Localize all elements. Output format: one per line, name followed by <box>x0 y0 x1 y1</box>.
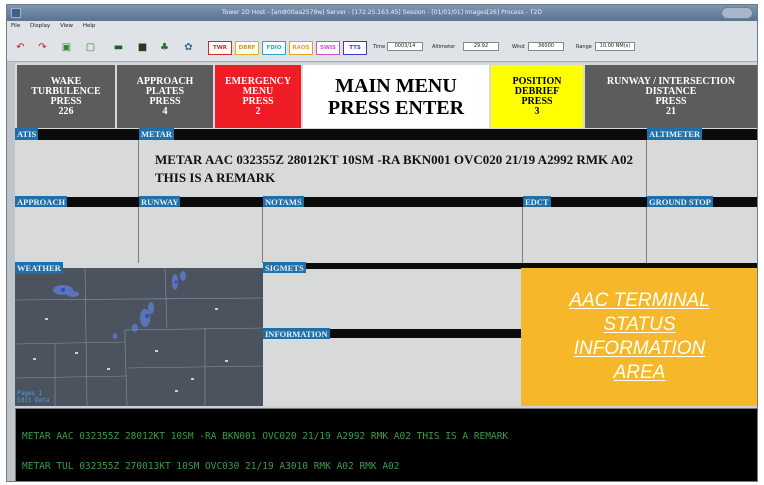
map-icon[interactable]: ▣ <box>59 41 74 54</box>
approach-plates-line-2: PLATES <box>145 85 185 97</box>
altimeter-box[interactable] <box>647 140 757 197</box>
approach-plates-line-1: APPROACH <box>136 75 194 87</box>
wake-line-4: 226 <box>58 105 74 117</box>
metar-label: METAR <box>139 128 175 140</box>
altimeter-field[interactable]: 29.92 <box>463 42 499 51</box>
terminal-status-area[interactable]: AAC TERMINAL STATUS INFORMATION AREA <box>521 268 757 406</box>
main-area: WAKE TURBULENCE PRESS 226 APPROACH PLATE… <box>15 63 757 481</box>
swis-button[interactable]: SWIS <box>316 41 340 55</box>
display-icon[interactable]: ■ <box>135 41 150 54</box>
main-menu-button[interactable]: MAIN MENU PRESS ENTER <box>303 65 489 128</box>
window-controls[interactable] <box>721 7 753 19</box>
title-bar: Tower 2D Host - [am800aa2579w] Server - … <box>7 5 757 21</box>
gear-icon[interactable]: ✿ <box>181 41 196 54</box>
atis-label: ATIS <box>15 128 39 140</box>
weather-label: WEATHER <box>15 262 63 274</box>
altimeter-section-label: ALTIMETER <box>647 128 703 140</box>
debrief-line-3: PRESS <box>521 95 553 107</box>
tts-button[interactable]: TTS <box>343 41 367 55</box>
approach-box[interactable] <box>15 207 137 263</box>
runway-intersection-button[interactable]: RUNWAY / INTERSECTION DISTANCE PRESS 21 <box>585 65 757 128</box>
information-box[interactable] <box>263 339 521 406</box>
ground-stop-box[interactable] <box>647 207 757 263</box>
wake-turbulence-button[interactable]: WAKE TURBULENCE PRESS 226 <box>17 65 115 128</box>
monitor-icon[interactable]: ▬ <box>111 41 126 54</box>
position-debrief-button[interactable]: POSITION DEBRIEF PRESS 3 <box>491 65 583 128</box>
emergency-line-3: PRESS <box>242 95 274 107</box>
twr-button[interactable]: TWR <box>208 41 232 55</box>
runway-dist-line-1: RUNWAY / INTERSECTION <box>606 75 736 87</box>
atis-box[interactable] <box>15 140 137 197</box>
raos-button[interactable]: RAOS <box>289 41 313 55</box>
terminal-line-4: AREA <box>613 362 666 383</box>
console-line: METAR AAC 032355Z 28012KT 10SM -RA BKN00… <box>22 431 509 442</box>
debrief-line-1: POSITION <box>512 75 562 87</box>
metar-text: METAR AAC 032355Z 28012KT 10SM -RA BKN00… <box>155 152 634 185</box>
runway-dist-line-2: DISTANCE <box>645 85 697 97</box>
wind-field[interactable]: 36000 <box>528 42 564 51</box>
menu-help[interactable]: Help <box>83 23 96 29</box>
application-window: Tower 2D Host - [am800aa2579w] Server - … <box>6 4 758 482</box>
terminal-line-3: INFORMATION <box>573 338 706 359</box>
map-status: Pages 1 Edit Data <box>17 390 50 404</box>
approach-plates-button[interactable]: APPROACH PLATES PRESS 4 <box>117 65 213 128</box>
time-label: Time <box>373 44 386 50</box>
radar-map-graphic <box>15 268 263 406</box>
time-field[interactable]: 0003/14 <box>387 42 423 51</box>
runway-box[interactable] <box>139 207 261 263</box>
emergency-menu-button[interactable]: EMERGENCY MENU PRESS 2 <box>215 65 301 128</box>
main-menu-line-2: PRESS ENTER <box>327 96 465 119</box>
left-frame <box>7 63 15 481</box>
app-icon <box>11 8 21 18</box>
menu-display[interactable]: Display <box>30 23 50 29</box>
toolbar: ↶ ↷ ▣ ▢ ▬ ■ ♣ ✿ TWR DBRF FDIO RAOS SWIS … <box>7 32 757 62</box>
window-icon[interactable]: ▢ <box>83 41 98 54</box>
wake-line-3: PRESS <box>50 95 82 107</box>
emergency-line-2: MENU <box>242 85 274 97</box>
menu-bar: File Display View Help <box>7 21 757 32</box>
wind-label: Wind <box>512 44 525 50</box>
menu-view[interactable]: View <box>60 23 73 29</box>
debrief-line-4: 3 <box>534 105 540 117</box>
runway-dist-line-3: PRESS <box>655 95 687 107</box>
altimeter-label: Altimeter <box>432 44 456 50</box>
main-menu-line-1: MAIN MENU <box>335 74 457 97</box>
approach-plates-line-3: PRESS <box>149 95 181 107</box>
tree-icon[interactable]: ♣ <box>157 41 172 54</box>
range-field[interactable]: 10.00 NM(s) <box>595 42 635 51</box>
emergency-line-1: EMERGENCY <box>224 75 292 87</box>
undo-icon[interactable]: ↶ <box>13 41 28 54</box>
terminal-line-2: STATUS <box>603 314 676 335</box>
terminal-line-1: AAC TERMINAL <box>569 290 710 311</box>
dbrf-button[interactable]: DBRF <box>235 41 259 55</box>
window-title: Tower 2D Host - [am800aa2579w] Server - … <box>222 9 542 16</box>
wake-line-2: TURBULENCE <box>31 85 101 97</box>
range-label: Range <box>576 44 592 50</box>
edct-box[interactable] <box>523 207 645 263</box>
sigmets-box[interactable] <box>263 273 521 333</box>
redo-icon[interactable]: ↷ <box>35 41 50 54</box>
metar-console[interactable]: METAR AAC 032355Z 28012KT 10SM -RA BKN00… <box>15 408 757 481</box>
map-status-pages: Pages 1 <box>17 390 43 397</box>
weather-radar-map[interactable]: Pages 1 Edit Data <box>15 268 263 406</box>
terminal-status-text: AAC TERMINAL STATUS INFORMATION AREA <box>569 289 709 385</box>
debrief-line-2: DEBRIEF <box>514 85 560 97</box>
menu-file[interactable]: File <box>11 23 20 29</box>
info-display-panel: WAKE TURBULENCE PRESS 226 APPROACH PLATE… <box>15 63 757 406</box>
wake-line-1: WAKE <box>50 75 82 87</box>
console-line: METAR TUL 032355Z 270013KT 10SM OVC030 2… <box>22 461 400 472</box>
fdio-button[interactable]: FDIO <box>262 41 286 55</box>
emergency-line-4: 2 <box>255 105 261 117</box>
runway-dist-line-4: 21 <box>666 105 676 117</box>
notams-box[interactable] <box>263 207 521 263</box>
approach-plates-line-4: 4 <box>162 105 168 117</box>
map-status-edit: Edit Data <box>17 397 50 404</box>
